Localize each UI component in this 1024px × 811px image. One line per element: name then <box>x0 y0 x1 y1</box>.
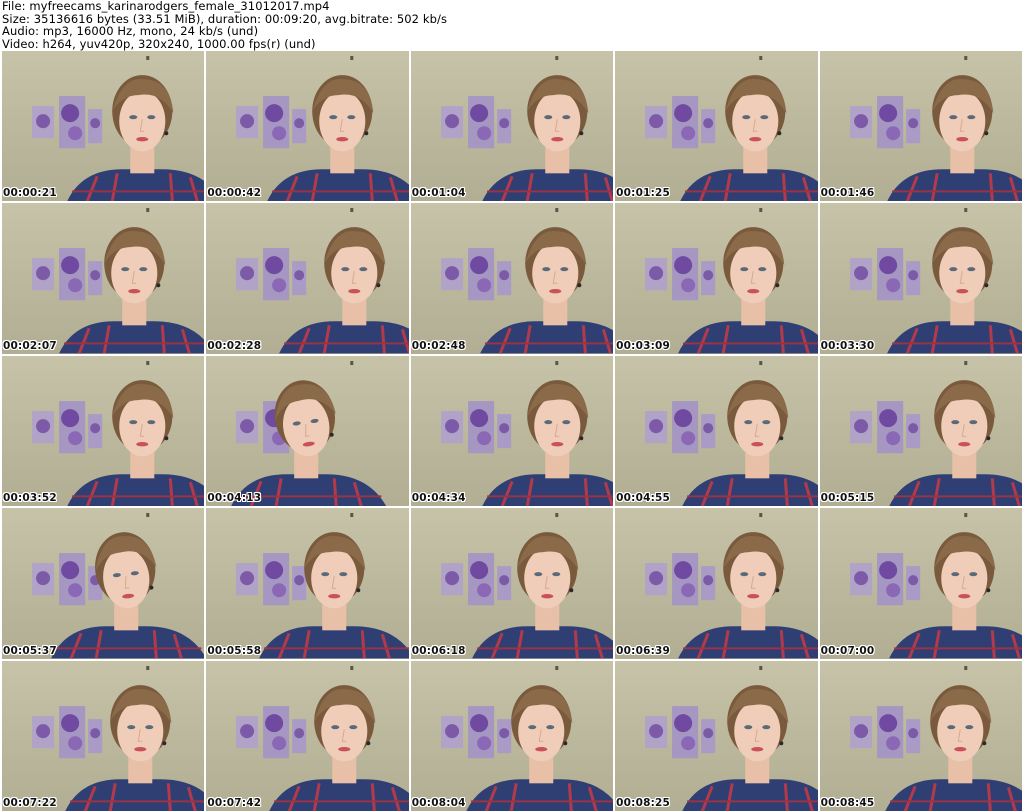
video-frame-thumbnail[interactable]: 00:01:04 <box>410 51 614 202</box>
audio-info-line: Audio: mp3, 16000 Hz, mono, 24 kb/s (und… <box>2 24 259 38</box>
video-frame-thumbnail[interactable]: 00:05:15 <box>819 355 1022 507</box>
frame-image <box>849 665 1022 811</box>
video-frame-thumbnail[interactable]: 00:08:45 <box>819 660 1022 811</box>
frame-image <box>236 56 409 202</box>
video-frame-thumbnail[interactable]: 00:04:13 <box>206 355 409 507</box>
frame-timestamp: 00:01:04 <box>411 187 466 200</box>
frame-timestamp: 00:06:39 <box>616 644 671 657</box>
frame-image <box>440 208 614 354</box>
frame-timestamp: 00:03:30 <box>820 339 875 352</box>
file-name-line: File: myfreecams_karinarodgers_female_31… <box>2 0 330 13</box>
frame-image <box>645 56 818 202</box>
frame-image <box>440 513 614 659</box>
frame-timestamp: 00:04:13 <box>207 492 262 505</box>
video-frame-thumbnail[interactable]: 00:00:42 <box>206 51 409 202</box>
video-frame-thumbnail[interactable]: 00:03:30 <box>819 203 1022 354</box>
frame-timestamp: 00:07:42 <box>207 796 262 809</box>
thumbnail-grid: 00:00:21 00:00:42 00:01:04 00:01:25 00:01:46… <box>2 51 1022 811</box>
video-frame-thumbnail[interactable]: 00:02:28 <box>206 203 409 354</box>
frame-timestamp: 00:05:15 <box>820 492 875 505</box>
frame-timestamp: 00:00:42 <box>207 187 262 200</box>
video-frame-thumbnail[interactable]: 00:02:07 <box>2 203 205 354</box>
frame-timestamp: 00:02:48 <box>411 339 466 352</box>
file-info-header: File: myfreecams_karinarodgers_female_31… <box>2 0 1022 50</box>
frame-timestamp: 00:03:52 <box>3 492 57 505</box>
frame-image <box>849 360 1022 507</box>
video-frame-thumbnail[interactable]: 00:03:09 <box>615 203 818 354</box>
frame-timestamp: 00:04:55 <box>616 492 671 505</box>
video-frame-thumbnail[interactable]: 00:06:18 <box>410 508 614 659</box>
frame-image <box>236 665 409 811</box>
frame-image <box>440 360 614 507</box>
frame-image <box>440 665 614 811</box>
video-frame-thumbnail[interactable]: 00:03:52 <box>2 355 205 507</box>
frame-image <box>849 208 1022 354</box>
video-frame-thumbnail[interactable]: 00:05:58 <box>206 508 409 659</box>
frame-image <box>231 360 387 507</box>
frame-image <box>645 360 818 507</box>
frame-image <box>645 208 818 354</box>
frame-image <box>32 56 205 202</box>
frame-image <box>32 665 205 811</box>
frame-timestamp: 00:07:22 <box>3 796 57 809</box>
video-frame-thumbnail[interactable]: 00:00:21 <box>2 51 205 202</box>
frame-timestamp: 00:01:46 <box>820 187 875 200</box>
frame-image <box>849 513 1022 659</box>
frame-timestamp: 00:02:07 <box>3 339 57 352</box>
frame-timestamp: 00:03:09 <box>616 339 671 352</box>
frame-timestamp: 00:08:25 <box>616 796 671 809</box>
frame-image <box>32 208 205 354</box>
video-frame-thumbnail[interactable]: 00:02:48 <box>410 203 614 354</box>
video-frame-thumbnail[interactable]: 00:04:34 <box>410 355 614 507</box>
frame-image <box>645 665 818 811</box>
frame-image <box>32 360 205 507</box>
frame-timestamp: 00:06:18 <box>411 644 466 657</box>
video-info-line: Video: h264, yuv420p, 320x240, 1000.00 f… <box>2 36 316 51</box>
frame-image <box>440 56 614 202</box>
frame-timestamp: 00:07:00 <box>820 644 875 657</box>
video-frame-thumbnail[interactable]: 00:06:39 <box>615 508 818 659</box>
frame-timestamp: 00:00:21 <box>3 187 57 200</box>
frame-image <box>32 513 205 659</box>
frame-timestamp: 00:04:34 <box>411 492 466 505</box>
video-frame-thumbnail[interactable]: 00:07:22 <box>2 660 205 811</box>
frame-timestamp: 00:08:45 <box>820 796 875 809</box>
video-frame-thumbnail[interactable]: 00:04:55 <box>615 355 818 507</box>
frame-image <box>849 56 1022 202</box>
video-frame-thumbnail[interactable]: 00:01:46 <box>819 51 1022 202</box>
video-frame-thumbnail[interactable]: 00:08:04 <box>410 660 614 811</box>
frame-timestamp: 00:08:04 <box>411 796 466 809</box>
frame-image <box>236 208 409 354</box>
frame-image <box>236 513 409 659</box>
frame-timestamp: 00:05:37 <box>3 644 57 657</box>
video-frame-thumbnail[interactable]: 00:07:42 <box>206 660 409 811</box>
video-frame-thumbnail[interactable]: 00:07:00 <box>819 508 1022 659</box>
video-frame-thumbnail[interactable]: 00:01:25 <box>615 51 818 202</box>
frame-timestamp: 00:05:58 <box>207 644 262 657</box>
video-frame-thumbnail[interactable]: 00:05:37 <box>2 508 205 659</box>
frame-timestamp: 00:02:28 <box>207 339 262 352</box>
video-frame-thumbnail[interactable]: 00:08:25 <box>615 660 818 811</box>
frame-timestamp: 00:01:25 <box>616 187 671 200</box>
frame-image <box>645 513 818 659</box>
